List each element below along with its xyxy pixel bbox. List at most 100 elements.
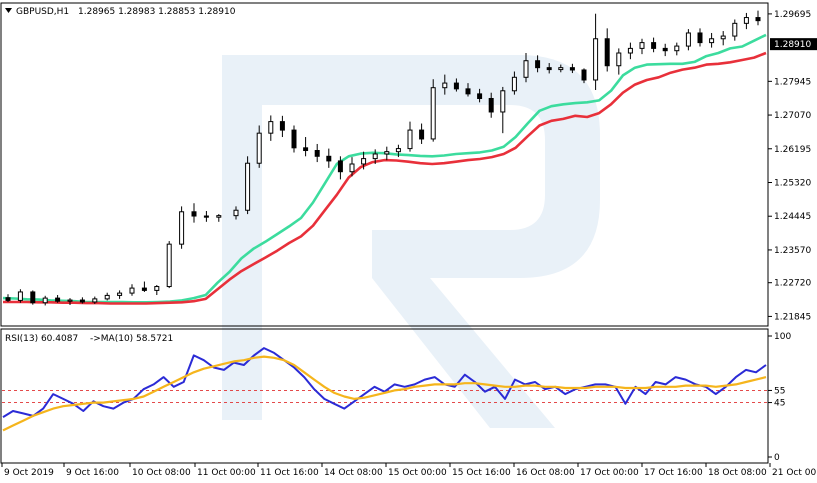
- candle-body: [256, 132, 262, 164]
- candle-body: [166, 243, 172, 288]
- candle-body: [419, 129, 425, 140]
- rsi-tick-label: 100: [774, 332, 791, 342]
- candle-body: [154, 286, 160, 291]
- candle-body: [627, 47, 633, 54]
- candle-body: [203, 215, 209, 218]
- time-tick-label: 17 Oct 16:00: [644, 468, 703, 478]
- candle-body: [639, 42, 645, 49]
- candle-body: [709, 38, 715, 44]
- rsi-panel[interactable]: [0, 328, 769, 464]
- time-tick-label: 21 Oct 00:00: [772, 468, 817, 478]
- candle-body: [67, 299, 73, 302]
- price-tick-label: 1.26195: [774, 145, 811, 155]
- candle-body: [500, 90, 506, 113]
- price-tick-label: 1.25320: [774, 178, 811, 188]
- trading-chart: GBPUSD,H1 1.28965 1.28983 1.28853 1.2891…: [0, 2, 817, 478]
- candle-body: [581, 69, 587, 81]
- price-tick-label: 1.21845: [774, 312, 811, 322]
- candle-body: [651, 42, 657, 49]
- candle-body: [42, 297, 48, 304]
- candle-body: [732, 22, 738, 37]
- price-tick-label: 1.24445: [774, 212, 811, 222]
- candle-body: [17, 291, 23, 301]
- rsi-tick-label: 45: [774, 399, 785, 409]
- candle-body: [593, 38, 599, 81]
- time-tick-label: 10 Oct 08:00: [132, 468, 191, 478]
- chart-header: GBPUSD,H1 1.28965 1.28983 1.28853 1.2891…: [5, 7, 236, 17]
- triangle-down-icon[interactable]: [5, 8, 12, 13]
- candle-body: [488, 97, 494, 113]
- candle-body: [79, 299, 85, 303]
- rsi-label: RSI(13) 60.4087: [5, 334, 78, 344]
- rsi-plot: [2, 347, 767, 432]
- candle-body: [233, 209, 239, 217]
- candle-body: [465, 88, 471, 95]
- time-tick-label: 14 Oct 08:00: [324, 468, 383, 478]
- candle-body: [129, 287, 135, 294]
- candle-body: [117, 292, 123, 296]
- rsi-tick-label: 55: [774, 386, 785, 396]
- time-tick-label: 9 Oct 16:00: [66, 468, 119, 478]
- candle-body: [372, 153, 378, 160]
- candle-body: [743, 17, 749, 24]
- candle-body: [755, 17, 761, 22]
- candle-body: [395, 148, 401, 153]
- candle-body: [291, 129, 297, 149]
- candle-body: [349, 163, 355, 173]
- candle-body: [697, 32, 703, 44]
- candle-body: [30, 291, 36, 304]
- time-tick-label: 11 Oct 00:00: [197, 468, 256, 478]
- candle-body: [216, 215, 222, 218]
- candle-body: [268, 121, 274, 134]
- candle-body: [326, 155, 332, 162]
- candle-body: [616, 52, 622, 67]
- candle-body: [361, 158, 367, 165]
- rsi-ma-label: ->MA(10) 58.5721: [90, 334, 173, 344]
- candle-body: [104, 294, 110, 300]
- rsi-line: [2, 347, 767, 418]
- candle-body: [141, 287, 147, 291]
- candle-body: [407, 129, 413, 150]
- candle-body: [55, 297, 61, 302]
- price-tick-label: 1.29695: [774, 10, 811, 20]
- candle-body: [191, 211, 197, 217]
- price-tick-label: 1.22720: [774, 279, 811, 289]
- candle-body: [314, 150, 320, 157]
- current-price-label: 1.28910: [774, 40, 811, 50]
- candle-body: [92, 298, 98, 303]
- price-tick-label: 1.27070: [774, 111, 811, 121]
- ohlc-values: 1.28965 1.28983 1.28853 1.28910: [78, 7, 236, 17]
- time-tick-label: 15 Oct 00:00: [388, 468, 447, 478]
- time-tick-label: 11 Oct 16:00: [260, 468, 319, 478]
- candle-body: [430, 87, 436, 140]
- candle-body: [720, 35, 726, 40]
- candle-body: [384, 151, 390, 155]
- candle-body: [662, 47, 668, 52]
- time-tick-label: 9 Oct 2019: [4, 468, 54, 478]
- candle-body: [453, 82, 459, 90]
- candle-body: [558, 67, 564, 71]
- price-tick-label: 1.23570: [774, 246, 811, 256]
- candle-body: [511, 76, 517, 92]
- time-tick-label: 15 Oct 16:00: [452, 468, 511, 478]
- rsi-ma-line: [2, 355, 767, 432]
- candle-body: [685, 32, 691, 47]
- symbol-label: GBPUSD,H1: [16, 7, 69, 17]
- candle-body: [569, 67, 575, 71]
- candle-body: [523, 60, 529, 78]
- candle-body: [604, 38, 610, 67]
- candle-body: [442, 82, 448, 89]
- candle-body: [477, 93, 483, 99]
- candle-body: [279, 121, 285, 131]
- time-tick-label: 17 Oct 00:00: [580, 468, 639, 478]
- time-tick-label: 16 Oct 08:00: [516, 468, 575, 478]
- price-tick-label: 1.27945: [774, 77, 811, 87]
- candle-body: [337, 160, 343, 173]
- rsi-tick-label: 0: [774, 453, 780, 463]
- rsi-header: RSI(13) 60.4087 ->MA(10) 58.5721: [5, 334, 173, 344]
- candle-body: [535, 60, 541, 69]
- candle-body: [546, 67, 552, 71]
- candle-body: [5, 297, 11, 301]
- candle-body: [179, 211, 185, 245]
- watermark-logo: [222, 55, 600, 428]
